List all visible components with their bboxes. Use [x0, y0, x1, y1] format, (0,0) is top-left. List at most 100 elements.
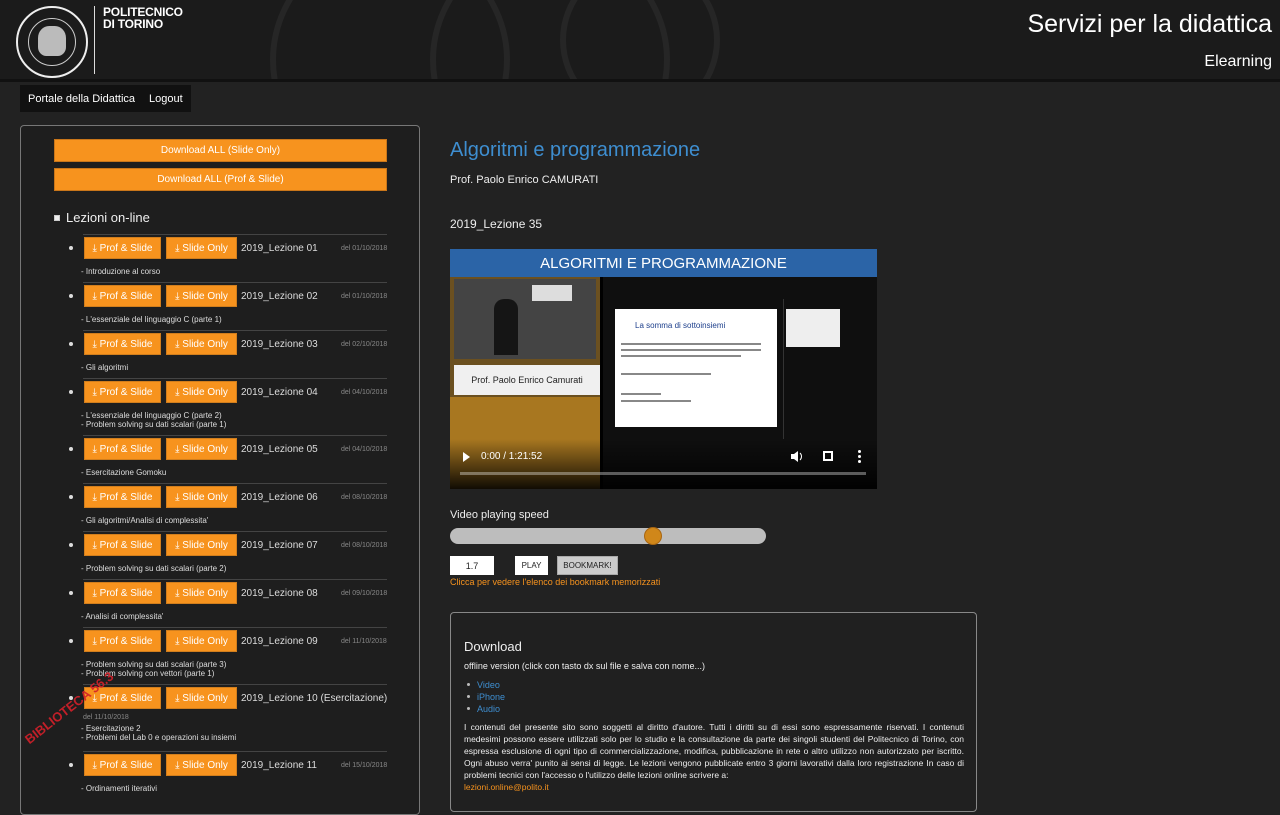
site-subtitle: Elearning — [1204, 53, 1272, 70]
site-header: POLITECNICO DI TORINO Servizi per la did… — [0, 0, 1280, 82]
bookmark-list-link[interactable]: Clicca per vedere l'elenco dei bookmark … — [450, 577, 660, 587]
lessons-section-label: Lezioni on-line — [66, 210, 150, 225]
prof-slide-download-button[interactable]: ⤓ Prof & Slide — [84, 534, 161, 556]
lesson-date: del 04/10/2018 — [341, 389, 388, 396]
lesson-description: - Introduzione al corso — [81, 267, 161, 276]
video-sidepane — [783, 299, 873, 439]
lesson-name-link[interactable]: 2019_Lezione 02 — [241, 291, 318, 302]
prof-slide-download-button[interactable]: ⤓ Prof & Slide — [84, 754, 161, 776]
play-icon[interactable] — [463, 452, 470, 462]
lesson-name-link[interactable]: 2019_Lezione 01 — [241, 243, 318, 254]
speed-label: Video playing speed — [450, 509, 549, 521]
list-bullet — [69, 294, 73, 298]
prof-slide-download-button[interactable]: ⤓ Prof & Slide — [84, 381, 161, 403]
list-bullet — [69, 543, 73, 547]
slide-only-download-button[interactable]: ⤓ Slide Only — [166, 687, 237, 709]
lesson-name-link[interactable]: 2019_Lezione 03 — [241, 339, 318, 350]
slide-only-download-button[interactable]: ⤓ Slide Only — [166, 534, 237, 556]
speed-slider-handle[interactable] — [643, 527, 662, 545]
list-bullet — [69, 447, 73, 451]
lesson-name-link[interactable]: 2019_Lezione 04 — [241, 387, 318, 398]
prof-slide-download-button[interactable]: ⤓ Prof & Slide — [84, 582, 161, 604]
video-prof-plate: Prof. Paolo Enrico Camurati — [454, 365, 600, 395]
download-title: Download — [464, 639, 522, 654]
prof-slide-download-button[interactable]: ⤓ Prof & Slide — [84, 486, 161, 508]
lesson-name-link[interactable]: 2019_Lezione 08 — [241, 588, 318, 599]
slide-only-download-button[interactable]: ⤓ Slide Only — [166, 381, 237, 403]
slide-only-download-button[interactable]: ⤓ Slide Only — [166, 630, 237, 652]
list-bullet — [69, 763, 73, 767]
lesson-description: - Problem solving su dati scalari (parte… — [81, 660, 227, 669]
video-progress-bar[interactable] — [460, 472, 866, 475]
lesson-date: del 08/10/2018 — [341, 542, 388, 549]
copyright-notice: I contenuti del presente sito sono sogge… — [464, 721, 964, 793]
copyright-text: I contenuti del presente sito sono sogge… — [464, 722, 964, 780]
prof-slide-download-button[interactable]: ⤓ Prof & Slide — [84, 630, 161, 652]
slide-only-download-button[interactable]: ⤓ Slide Only — [166, 486, 237, 508]
header-background-seal — [560, 0, 720, 79]
video-banner: ALGORITMI E PROGRAMMAZIONE — [450, 249, 877, 277]
course-title: Algoritmi e programmazione — [450, 139, 701, 161]
lessons-section-title[interactable]: Lezioni on-line — [54, 210, 150, 225]
slide-only-download-button[interactable]: ⤓ Slide Only — [166, 754, 237, 776]
download-iphone-link[interactable]: iPhone — [466, 691, 505, 703]
prof-slide-download-button[interactable]: ⤓ Prof & Slide — [84, 333, 161, 355]
lesson-item: ⤓ Prof & Slide ⤓ Slide Only 2019_Lezione 1… — [69, 684, 387, 742]
lesson-item: ⤓ Prof & Slide ⤓ Slide Only 2019_Lezione 0… — [69, 435, 387, 477]
slide-only-download-button[interactable]: ⤓ Slide Only — [166, 582, 237, 604]
polito-seal-logo[interactable] — [16, 6, 88, 78]
list-bullet — [69, 342, 73, 346]
nav-logout[interactable]: Logout — [149, 93, 183, 105]
list-bullet — [69, 390, 73, 394]
download-video-link[interactable]: Video — [466, 679, 505, 691]
download-links: Video iPhone Audio — [466, 679, 505, 715]
professor-name: Prof. Paolo Enrico CAMURATI — [450, 174, 599, 186]
download-all-slide-button[interactable]: Download ALL (Slide Only) — [54, 139, 387, 162]
speed-value-input[interactable]: 1.7 — [450, 556, 494, 575]
lesson-name-link[interactable]: 2019_Lezione 07 — [241, 540, 318, 551]
download-all-prof-button[interactable]: Download ALL (Prof & Slide) — [54, 168, 387, 191]
lesson-date: del 04/10/2018 — [341, 446, 388, 453]
prof-slide-download-button[interactable]: ⤓ Prof & Slide — [84, 438, 161, 460]
slide-only-download-button[interactable]: ⤓ Slide Only — [166, 285, 237, 307]
play-button[interactable]: PLAY — [515, 556, 548, 575]
download-audio-link[interactable]: Audio — [466, 703, 505, 715]
video-player[interactable]: ALGORITMI E PROGRAMMAZIONE Prof. Paolo E… — [450, 249, 877, 489]
lessons-panel: Download ALL (Slide Only) Download ALL (… — [20, 125, 420, 815]
lesson-date: del 01/10/2018 — [341, 245, 388, 252]
lesson-date: del 01/10/2018 — [341, 293, 388, 300]
nav-portale-didattica[interactable]: Portale della Didattica — [28, 93, 135, 105]
lesson-name-link[interactable]: 2019_Lezione 05 — [241, 444, 318, 455]
lesson-description: - Problemi del Lab 0 e operazioni su ins… — [81, 733, 237, 742]
slide-only-download-button[interactable]: ⤓ Slide Only — [166, 237, 237, 259]
slide-only-download-button[interactable]: ⤓ Slide Only — [166, 438, 237, 460]
volume-icon[interactable] — [791, 451, 803, 462]
prof-slide-download-button[interactable]: ⤓ Prof & Slide — [84, 237, 161, 259]
prof-slide-download-button[interactable]: ⤓ Prof & Slide — [84, 285, 161, 307]
video-time: 0:00 / 1:21:52 — [481, 451, 543, 462]
lesson-name-link[interactable]: 2019_Lezione 10 (Esercitazione) — [241, 693, 387, 704]
more-options-icon[interactable] — [858, 450, 861, 463]
list-bullet — [69, 639, 73, 643]
lesson-date: del 15/10/2018 — [341, 762, 388, 769]
fullscreen-icon[interactable] — [823, 451, 833, 461]
lesson-date: del 11/10/2018 — [83, 714, 129, 721]
lesson-description: - Problem solving su dati scalari (parte… — [81, 564, 227, 573]
lesson-name-link[interactable]: 2019_Lezione 09 — [241, 636, 318, 647]
logo-line-2: DI TORINO — [103, 17, 163, 31]
lesson-description: - Ordinamenti iterativi — [81, 784, 158, 793]
bookmark-button[interactable]: BOOKMARK! — [557, 556, 618, 575]
speed-slider[interactable] — [450, 527, 766, 545]
slide-only-download-button[interactable]: ⤓ Slide Only — [166, 333, 237, 355]
logo-text[interactable]: POLITECNICO DI TORINO — [103, 6, 183, 30]
collapse-icon[interactable] — [54, 214, 60, 221]
lesson-item: ⤓ Prof & Slide ⤓ Slide Only 2019_Lezione 0… — [69, 378, 387, 429]
lesson-description: - Analisi di complessita' — [81, 612, 164, 621]
lesson-name-link[interactable]: 2019_Lezione 06 — [241, 492, 318, 503]
lesson-description: - L'essenziale del linguaggio C (parte 1… — [81, 315, 222, 324]
download-panel: Download offline version (click con tast… — [450, 612, 977, 812]
lesson-name-link[interactable]: 2019_Lezione 11 — [241, 760, 317, 771]
lesson-date: del 09/10/2018 — [341, 590, 388, 597]
support-email-link[interactable]: lezioni.online@polito.it — [464, 782, 549, 792]
lesson-item: ⤓ Prof & Slide ⤓ Slide Only 2019_Lezione 0… — [69, 579, 387, 621]
